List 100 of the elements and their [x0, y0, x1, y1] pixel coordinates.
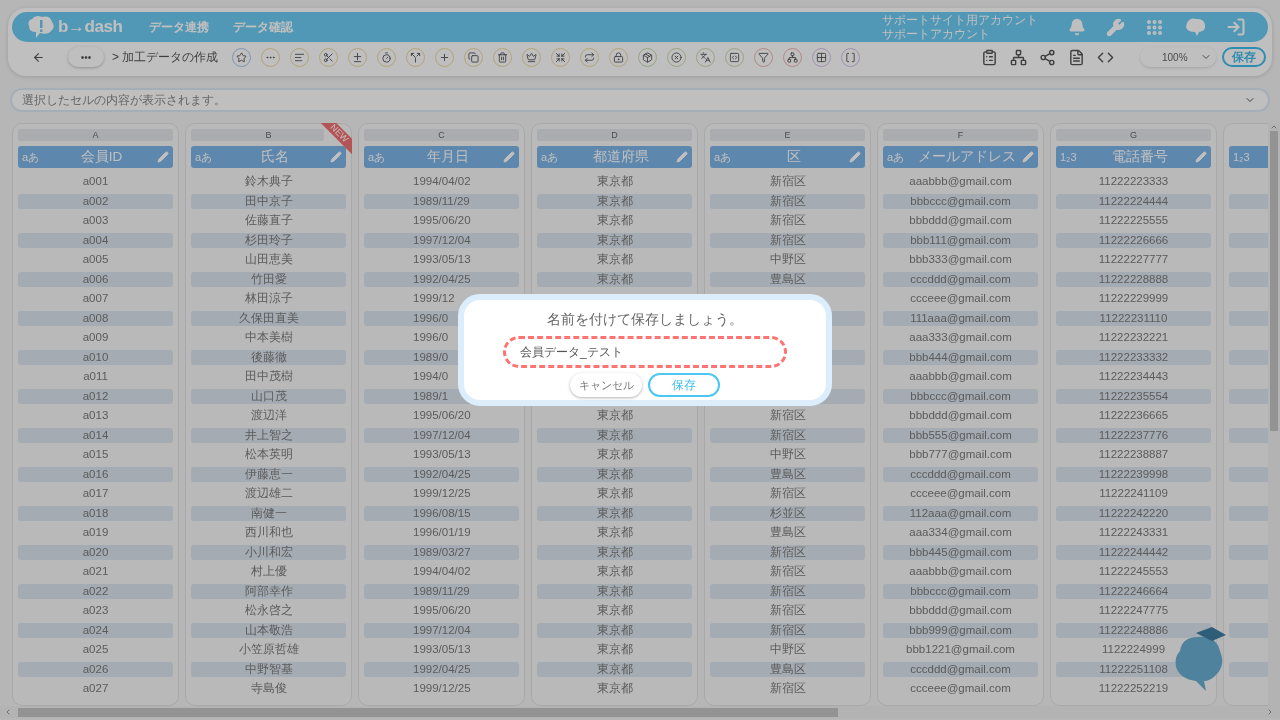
table-cell[interactable]: 村上優	[191, 564, 346, 580]
document-icon[interactable]	[1068, 48, 1085, 66]
table-cell[interactable]: a005	[18, 252, 173, 268]
table-cell[interactable]: 新宿区	[710, 603, 865, 619]
table-cell[interactable]: 東京都	[537, 642, 692, 658]
table-cell[interactable]: 渡辺洋	[191, 408, 346, 424]
plus-button[interactable]	[435, 47, 455, 67]
table-cell[interactable]: a012	[18, 388, 173, 404]
table-cell[interactable]: 東京都	[537, 408, 692, 424]
table-cell[interactable]: 新宿区	[710, 486, 865, 502]
translate-button[interactable]	[696, 47, 716, 67]
table-cell[interactable]: a010	[18, 349, 173, 365]
table-cell[interactable]: cccddd@gmail.com	[883, 661, 1038, 677]
column-header[interactable]: aあ 都道府県	[537, 146, 692, 168]
table-cell[interactable]: 西川和也	[191, 525, 346, 541]
table-cell[interactable]: 1989/11/29	[364, 193, 519, 209]
table-cell[interactable]: 久保田直美	[191, 310, 346, 326]
table-cell[interactable]: a025	[18, 642, 173, 658]
table-cell[interactable]: 11222233332	[1056, 349, 1211, 365]
table-cell[interactable]: 11222246664	[1056, 583, 1211, 599]
table-cell[interactable]: 東京都	[537, 603, 692, 619]
table-cell[interactable]: a019	[18, 525, 173, 541]
column-header[interactable]: 1₂3	[1229, 146, 1268, 168]
table-cell[interactable]: 東京都	[537, 525, 692, 541]
table-cell[interactable]: bbb111@gmail.com	[883, 232, 1038, 248]
table-cell[interactable]: 東京都	[537, 193, 692, 209]
table-cell[interactable]: 阿部幸作	[191, 583, 346, 599]
table-cell[interactable]: 東京都	[537, 564, 692, 580]
table-cell[interactable]: 11222227777	[1056, 252, 1211, 268]
table-cell[interactable]: 南健一	[191, 505, 346, 521]
shrink-button[interactable]	[551, 47, 571, 67]
table-cell[interactable]: a007	[18, 291, 173, 307]
table-cell[interactable]: 東京都	[537, 486, 692, 502]
box-button[interactable]	[638, 47, 658, 67]
table-cell[interactable]: 東京都	[537, 583, 692, 599]
table-cell[interactable]: a006	[18, 271, 173, 287]
table-cell[interactable]: 11222241109	[1056, 486, 1211, 502]
table-cell[interactable]: 1999/12/25	[364, 486, 519, 502]
table-cell[interactable]: 112aaa@gmail.com	[883, 505, 1038, 521]
column-letter[interactable]: B	[191, 129, 324, 141]
crown-button[interactable]	[522, 47, 542, 67]
table-cell[interactable]: 11222224444	[1056, 193, 1211, 209]
table-cell[interactable]: 1994/04/02	[364, 564, 519, 580]
table-cell[interactable]: 田中茂樹	[191, 369, 346, 385]
star-button[interactable]	[232, 47, 252, 67]
table-cell[interactable]: 11222232221	[1056, 330, 1211, 346]
table-cell[interactable]: 11222247775	[1056, 603, 1211, 619]
table-cell[interactable]: a022	[18, 583, 173, 599]
table-cell[interactable]: 1989/03/27	[364, 544, 519, 560]
formula-bar[interactable]: 選択したセルの内容が表示されます。	[10, 88, 1270, 112]
table-cell[interactable]: 東京都	[537, 447, 692, 463]
back-icon[interactable]	[32, 50, 45, 64]
table-cell[interactable]: 1996/01/19	[364, 525, 519, 541]
table-cell[interactable]: 11222234443	[1056, 369, 1211, 385]
table-cell[interactable]: aaa333@gmail.com	[883, 330, 1038, 346]
formula-input[interactable]: 選択したセルの内容が表示されます。	[22, 91, 1244, 109]
edit-icon[interactable]	[330, 151, 342, 163]
table-cell[interactable]: 林田涼子	[191, 291, 346, 307]
table-cell[interactable]: 11222229999	[1056, 291, 1211, 307]
table-cell[interactable]: 11222237776	[1056, 427, 1211, 443]
table-cell[interactable]: 杉田玲子	[191, 232, 346, 248]
scroll-up-icon[interactable]	[1270, 123, 1278, 131]
table-cell[interactable]: bbb333@gmail.com	[883, 252, 1038, 268]
table-cell[interactable]: 11222228888	[1056, 271, 1211, 287]
table-cell[interactable]: a011	[18, 369, 173, 385]
table-cell[interactable]: cccddd@gmail.com	[883, 466, 1038, 482]
table-cell[interactable]: a013	[18, 408, 173, 424]
bell-icon[interactable]	[1068, 18, 1086, 36]
table-cell[interactable]: 11222226666	[1056, 232, 1211, 248]
table-cell[interactable]: a001	[18, 174, 173, 190]
table-cell[interactable]: bbb777@gmail.com	[883, 447, 1038, 463]
scissors-button[interactable]	[319, 47, 339, 67]
table-cell[interactable]: 1995/06/20	[364, 603, 519, 619]
table-cell[interactable]: a027	[18, 681, 173, 697]
table-cell[interactable]: 111aaa@gmail.com	[883, 310, 1038, 326]
save-button[interactable]: 保存	[648, 373, 720, 397]
cancel-button[interactable]: キャンセル	[570, 373, 642, 397]
table-cell[interactable]: bbbccc@gmail.com	[883, 583, 1038, 599]
table-cell[interactable]: 11222243331	[1056, 525, 1211, 541]
table-cell[interactable]: 豊島区	[710, 466, 865, 482]
table-cell[interactable]: 1993/05/13	[364, 252, 519, 268]
edit-icon[interactable]	[1022, 151, 1034, 163]
table-cell[interactable]: 東京都	[537, 271, 692, 287]
table-cell[interactable]: 東京都	[537, 544, 692, 560]
column-header[interactable]: 1₂3 電話番号	[1056, 146, 1211, 168]
table-cell[interactable]: a002	[18, 193, 173, 209]
table-cell[interactable]: 新宿区	[710, 681, 865, 697]
scroll-left-icon[interactable]	[4, 708, 12, 716]
table-cell[interactable]: 東京都	[537, 174, 692, 190]
table-cell[interactable]: 鈴木典子	[191, 174, 346, 190]
table-cell[interactable]: 1997/12/04	[364, 232, 519, 248]
table-cell[interactable]: 東京都	[537, 681, 692, 697]
table-cell[interactable]: a016	[18, 466, 173, 482]
table-cell[interactable]: 11222244442	[1056, 544, 1211, 560]
brackets-button[interactable]	[841, 47, 861, 67]
table-cell[interactable]: a018	[18, 505, 173, 521]
table-cell[interactable]: 新宿区	[710, 193, 865, 209]
column-header[interactable]: aあ 氏名	[191, 146, 346, 168]
table-cell[interactable]: 1989/11/29	[364, 583, 519, 599]
table-cell[interactable]: 東京都	[537, 213, 692, 229]
